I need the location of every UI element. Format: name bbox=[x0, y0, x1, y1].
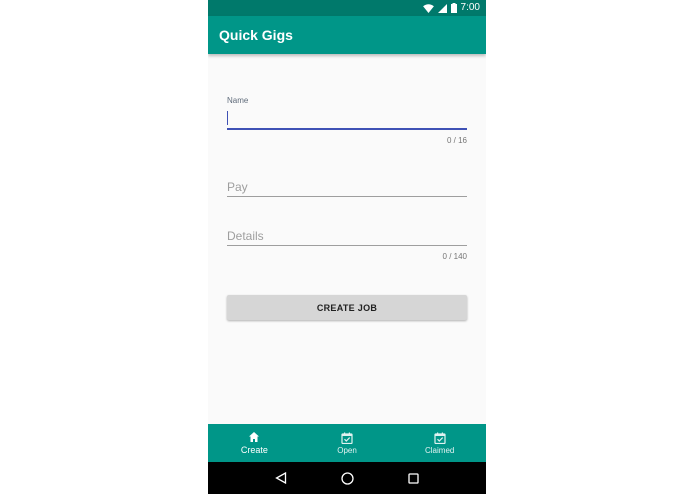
back-icon bbox=[275, 472, 287, 484]
details-field-placeholder: Details bbox=[227, 229, 264, 243]
status-time: 7:00 bbox=[460, 2, 480, 13]
details-char-counter: 0 / 140 bbox=[442, 252, 467, 261]
pay-field-underline bbox=[227, 196, 467, 197]
bottom-navigation: Create Open Claimed bbox=[208, 424, 486, 462]
nav-item-claimed[interactable]: Claimed bbox=[393, 424, 486, 462]
status-bar: 7:00 bbox=[208, 0, 486, 16]
system-navigation-bar bbox=[208, 462, 486, 494]
back-button[interactable] bbox=[274, 471, 288, 485]
nav-item-open[interactable]: Open bbox=[301, 424, 394, 462]
details-field[interactable]: Details 0 / 140 bbox=[227, 227, 467, 263]
home-button[interactable] bbox=[340, 471, 354, 485]
details-field-underline bbox=[227, 245, 467, 246]
create-job-button[interactable]: CREATE JOB bbox=[227, 295, 467, 320]
app-title: Quick Gigs bbox=[219, 27, 293, 43]
signal-icon bbox=[437, 3, 447, 13]
pay-field-placeholder: Pay bbox=[227, 180, 248, 194]
phone-screen: 7:00 Quick Gigs Name 0 / 16 Pay Details … bbox=[208, 0, 486, 494]
calendar-check-icon bbox=[434, 432, 446, 444]
recents-button[interactable] bbox=[406, 471, 420, 485]
name-field[interactable]: Name 0 / 16 bbox=[227, 96, 467, 145]
nav-label-create: Create bbox=[240, 445, 268, 455]
pay-field[interactable]: Pay bbox=[227, 178, 467, 198]
app-bar: Quick Gigs bbox=[208, 16, 486, 54]
nav-label-claimed: Claimed bbox=[425, 445, 455, 455]
nav-label-open: Open bbox=[337, 445, 357, 455]
recents-icon bbox=[407, 472, 419, 484]
status-icons: 7:00 bbox=[422, 2, 480, 14]
home-icon bbox=[249, 432, 260, 442]
name-field-underline bbox=[227, 128, 467, 130]
name-field-label: Name bbox=[227, 96, 249, 105]
name-char-counter: 0 / 16 bbox=[446, 136, 467, 145]
text-cursor bbox=[227, 111, 228, 125]
wifi-icon bbox=[422, 3, 434, 13]
nav-item-create[interactable]: Create bbox=[208, 424, 301, 462]
calendar-check-icon bbox=[341, 432, 353, 444]
battery-icon bbox=[450, 3, 457, 13]
home-circle-icon bbox=[340, 471, 354, 485]
